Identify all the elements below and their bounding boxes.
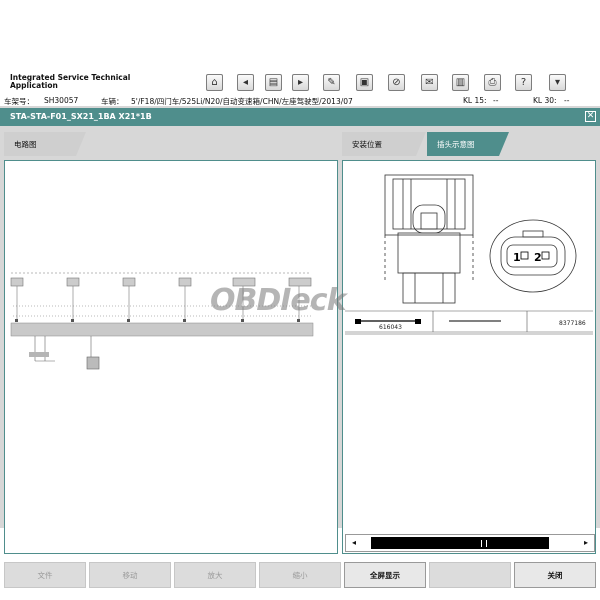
horizontal-scrollbar[interactable]: ◂ ▸ <box>345 534 595 552</box>
tab-connector-view[interactable]: 插头示意图 <box>427 132 509 156</box>
tab-install-label: 安装位置 <box>352 140 382 149</box>
scroll-right-icon[interactable]: ▸ <box>580 537 592 549</box>
connector-drawing: 1 2 616043 8377186 <box>345 174 593 335</box>
circuit-diagram-drawing <box>10 272 314 370</box>
vin-label: 车架号： <box>4 97 34 106</box>
kl30-value: -- <box>564 96 570 105</box>
tab-connector-label: 插头示意图 <box>437 140 475 149</box>
circuit-diagram-panel[interactable] <box>4 160 338 554</box>
help-icon[interactable]: ? <box>515 74 532 91</box>
wrench-icon[interactable]: ✎ <box>323 74 340 91</box>
mail-icon[interactable]: ✉ <box>421 74 438 91</box>
move-button[interactable]: 移动 <box>89 562 171 588</box>
blank-button <box>429 562 511 588</box>
tab-install-location[interactable]: 安装位置 <box>342 132 426 156</box>
connector-view-panel[interactable]: 1 2 616043 8377186 <box>342 160 596 554</box>
minimize-icon[interactable]: ▾ <box>549 74 566 91</box>
vehicle-info-row: 车架号： SH30057 车辆： 5'/F18/四门车/525Li/N20/自动… <box>0 96 600 106</box>
vehicle-value: 5'/F18/四门车/525Li/N20/自动变速箱/CHN/左座驾驶型/201… <box>131 97 353 106</box>
close-icon[interactable]: ✕ <box>585 111 596 122</box>
pages-icon[interactable]: ▤ <box>265 74 282 91</box>
watermark-logo: OBDIeck <box>210 283 347 318</box>
file-button[interactable]: 文件 <box>4 562 86 588</box>
document-title-bar: STA-STA-F01_SX21_1BA X21*1B ✕ <box>0 108 600 126</box>
link-icon[interactable]: ⊘ <box>388 74 405 91</box>
grip-icon <box>481 540 487 547</box>
forward-icon[interactable]: ▸ <box>292 74 309 91</box>
kl30-label: KL 30: <box>533 96 557 105</box>
pin-2-label: 2 <box>534 251 542 264</box>
scroll-left-icon[interactable]: ◂ <box>348 537 360 549</box>
close-button[interactable]: 关闭 <box>514 562 596 588</box>
print-icon[interactable]: ⎙ <box>484 74 501 91</box>
part-number-2: 8377186 <box>559 320 586 327</box>
tab-circuit-diagram[interactable]: 电路图 <box>4 132 86 156</box>
scrollbar-thumb[interactable] <box>371 537 549 549</box>
vehicle-label: 车辆： <box>101 97 124 106</box>
vin-value: SH30057 <box>44 96 79 105</box>
header: Integrated Service Technical Application… <box>0 68 600 106</box>
kl15-value: -- <box>493 96 499 105</box>
home-icon[interactable]: ⌂ <box>206 74 223 91</box>
kl15-label: KL 15: <box>463 96 487 105</box>
zoom-in-button[interactable]: 放大 <box>174 562 256 588</box>
id-icon[interactable]: ▣ <box>356 74 373 91</box>
pin-1-label: 1 <box>513 251 521 264</box>
fullscreen-button[interactable]: 全屏显示 <box>344 562 426 588</box>
document-title: STA-STA-F01_SX21_1BA X21*1B <box>10 112 152 121</box>
zoom-out-button[interactable]: 缩小 <box>259 562 341 588</box>
book-icon[interactable]: ▥ <box>452 74 469 91</box>
tab-circuit-label: 电路图 <box>14 140 37 149</box>
app-title: Integrated Service Technical Application <box>10 73 131 90</box>
back-icon[interactable]: ◂ <box>237 74 254 91</box>
part-number-1: 616043 <box>379 324 402 331</box>
